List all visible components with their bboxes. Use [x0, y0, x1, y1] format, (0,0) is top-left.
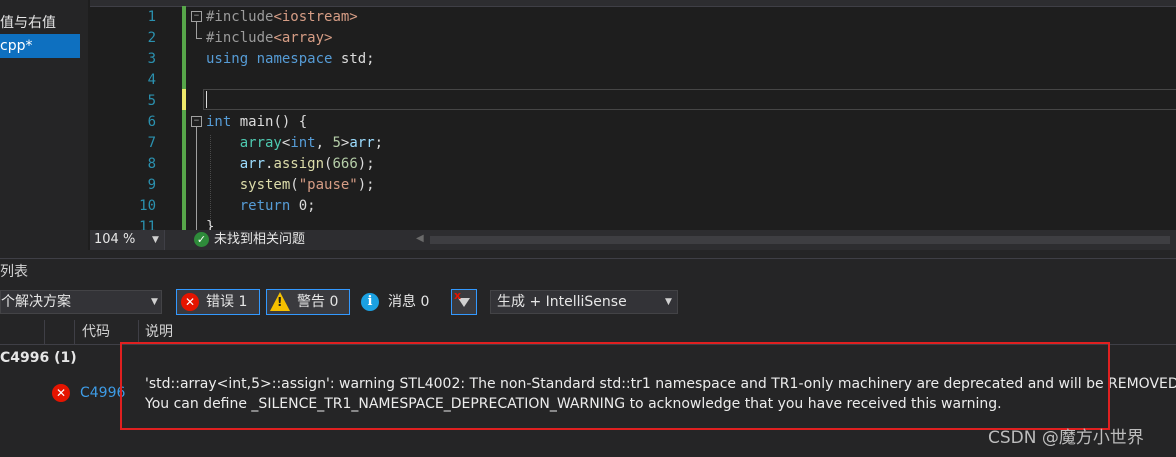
messages-filter-button[interactable]: i 消息 0: [358, 289, 440, 315]
warnings-filter-label: 警告 0: [297, 294, 339, 310]
line-number: 9: [147, 177, 156, 193]
code-line-3: using namespace std;: [206, 51, 375, 67]
zoom-dropdown[interactable]: 104 % ▼: [90, 230, 165, 250]
line-number: 10: [139, 198, 156, 214]
code-line-8: arr.assign(666);: [239, 156, 375, 172]
unsaved-change-marker: [182, 89, 186, 110]
issues-status-text[interactable]: 未找到相关问题: [214, 231, 305, 249]
info-icon: i: [361, 293, 379, 311]
code-editor[interactable]: 1 2 3 4 5 6 7 8 9 10 11 − − #include<ios…: [90, 0, 1176, 230]
build-source-value: 生成 + IntelliSense: [497, 294, 627, 310]
error-icon: ✕: [52, 384, 70, 402]
errors-filter-label: 错误 1: [206, 294, 248, 310]
code-line-10: return 0;: [239, 198, 316, 214]
messages-filter-label: 消息 0: [388, 294, 430, 310]
code-line-11: }: [206, 219, 215, 230]
line-number: 7: [147, 135, 156, 151]
line-number: 11: [139, 219, 156, 230]
editor-top-bar: [90, 0, 1176, 7]
horizontal-scrollbar[interactable]: [430, 236, 1170, 244]
error-code-link[interactable]: C4996: [80, 383, 125, 403]
text-caret: [206, 91, 207, 108]
chevron-down-icon: ▼: [152, 235, 159, 245]
fold-toggle-icon[interactable]: −: [191, 116, 202, 127]
scope-dropdown[interactable]: 个解决方案 ▼: [0, 290, 162, 314]
line-number: 6: [147, 114, 156, 130]
scroll-left-icon[interactable]: ◀: [416, 233, 424, 244]
column-description[interactable]: 说明: [145, 320, 173, 344]
code-line-7: array<int, 5>arr;: [239, 135, 384, 151]
group-header[interactable]: C4996 (1): [0, 348, 77, 368]
error-icon: ✕: [181, 293, 199, 311]
saved-change-bar: [182, 6, 186, 230]
explorer-item-file-2[interactable]: cpp*: [0, 34, 80, 58]
code-line-6: int main() {: [206, 114, 308, 130]
line-number-gutter: 1 2 3 4 5 6 7 8 9 10 11: [90, 6, 160, 230]
line-number: 4: [147, 72, 156, 88]
annotation-highlight-box: [120, 342, 1110, 430]
code-line-9: system("pause");: [239, 177, 375, 193]
explorer-item-file-1[interactable]: 值与右值: [0, 11, 80, 35]
line-number: 8: [147, 156, 156, 172]
line-number: 1: [147, 9, 156, 25]
line-number: 3: [147, 51, 156, 67]
current-line-highlight: [203, 89, 1176, 110]
scope-value: 个解决方案: [1, 294, 71, 310]
line-number: 5: [147, 93, 156, 109]
chevron-down-icon: ▼: [151, 297, 158, 307]
code-line-2: #include<array>: [206, 30, 333, 46]
check-circle-icon: ✓: [194, 232, 209, 247]
warnings-filter-button[interactable]: ! 警告 0: [266, 289, 350, 315]
watermark-text: CSDN @魔方小世界: [988, 428, 1144, 448]
editor-status-bar: 104 % ▼ ✓ 未找到相关问题 ◀: [90, 230, 1176, 250]
zoom-value: 104 %: [94, 232, 136, 247]
errors-filter-button[interactable]: ✕ 错误 1: [176, 289, 260, 315]
fold-line: [196, 127, 197, 230]
fold-line: [196, 38, 202, 39]
chevron-down-icon: ▼: [665, 297, 672, 307]
solution-explorer: 值与右值 cpp*: [0, 0, 90, 250]
build-source-dropdown[interactable]: 生成 + IntelliSense ▼: [490, 290, 678, 314]
fold-toggle-icon[interactable]: −: [191, 11, 202, 22]
code-line-1: #include<iostream>: [206, 9, 358, 25]
panel-title: 列表: [0, 264, 28, 280]
filter-toggle-button[interactable]: x: [451, 289, 477, 315]
line-number: 2: [147, 30, 156, 46]
column-code[interactable]: 代码: [82, 320, 110, 344]
panel-divider: [0, 258, 1176, 259]
clear-filter-icon: x: [454, 289, 462, 302]
fold-line: [196, 22, 197, 38]
